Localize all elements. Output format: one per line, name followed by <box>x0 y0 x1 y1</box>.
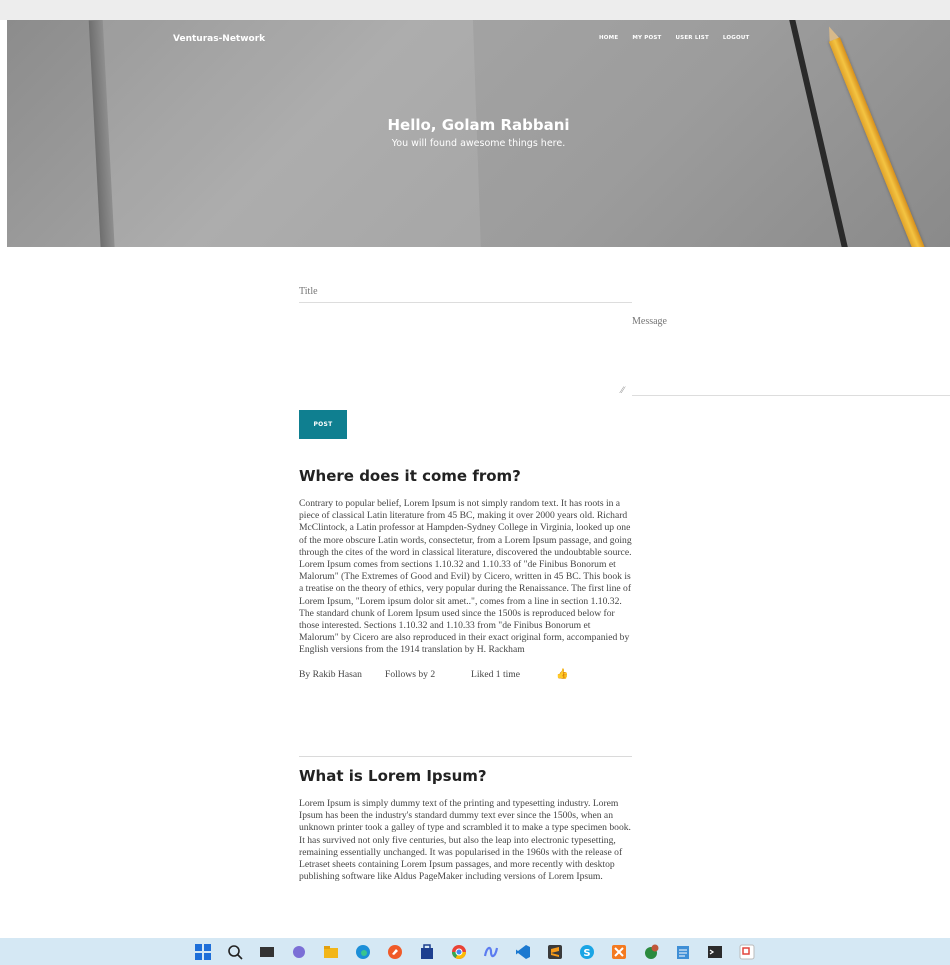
svg-text:S: S <box>583 948 590 959</box>
site-brand[interactable]: Venturas-Network <box>173 34 265 44</box>
message-textarea[interactable] <box>632 316 950 396</box>
nav-logout[interactable]: LOGOUT <box>723 35 750 41</box>
edge-browser-icon[interactable] <box>354 943 372 961</box>
thumbs-up-icon[interactable]: 👍 <box>556 669 568 680</box>
copilot-icon[interactable] <box>482 943 500 961</box>
notepad-icon[interactable] <box>674 943 692 961</box>
nav-user-list[interactable]: USER LIST <box>676 35 709 41</box>
vscode-icon[interactable] <box>514 943 532 961</box>
post-title: What is Lorem Ipsum? <box>299 767 487 785</box>
post-likes: Liked 1 time <box>471 668 521 680</box>
chrome-profile-icon[interactable] <box>642 943 660 961</box>
post-body: Contrary to popular belief, Lorem Ipsum … <box>299 498 632 656</box>
resize-handle-icon[interactable]: ⁄⁄ <box>621 386 624 395</box>
windows-taskbar: S <box>0 938 950 965</box>
post-card: Where does it come from? Contrary to pop… <box>299 467 632 757</box>
search-icon[interactable] <box>226 943 244 961</box>
post-author[interactable]: By Rakib Hasan <box>299 669 385 680</box>
post-body: Lorem Ipsum is simply dummy text of the … <box>299 798 631 883</box>
post-divider <box>299 756 632 757</box>
hero-banner: Venturas-Network HOME MY POST USER LIST … <box>7 20 950 247</box>
title-input[interactable] <box>299 280 632 303</box>
xampp-icon[interactable] <box>610 943 628 961</box>
nav-home[interactable]: HOME <box>599 35 618 41</box>
brave-browser-icon[interactable] <box>386 943 404 961</box>
main-nav: HOME MY POST USER LIST LOGOUT <box>599 35 750 41</box>
store-icon[interactable] <box>418 943 436 961</box>
file-explorer-icon[interactable] <box>322 943 340 961</box>
greeting-subtitle: You will found awesome things here. <box>391 138 566 149</box>
post-meta: By Rakib Hasan Follows by 2 Liked 1 time… <box>299 669 632 680</box>
post-card: What is Lorem Ipsum? Lorem Ipsum is simp… <box>299 767 632 883</box>
skype-icon[interactable]: S <box>578 943 596 961</box>
greeting-heading: Hello, Golam Rabbani <box>387 116 570 134</box>
chrome-icon[interactable] <box>450 943 468 961</box>
sublime-text-icon[interactable] <box>546 943 564 961</box>
browser-top-strip <box>0 0 950 20</box>
nav-my-post[interactable]: MY POST <box>632 35 661 41</box>
post-button[interactable]: POST <box>299 410 347 439</box>
post-follows: Follows by 2 <box>385 668 436 680</box>
task-view-icon[interactable] <box>258 943 276 961</box>
post-form: ⁄⁄ POST <box>299 280 950 439</box>
windows-start-icon[interactable] <box>194 943 212 961</box>
post-title: Where does it come from? <box>299 467 521 485</box>
terminal-icon[interactable] <box>706 943 724 961</box>
snipping-tool-icon[interactable] <box>738 943 756 961</box>
chat-icon[interactable] <box>290 943 308 961</box>
